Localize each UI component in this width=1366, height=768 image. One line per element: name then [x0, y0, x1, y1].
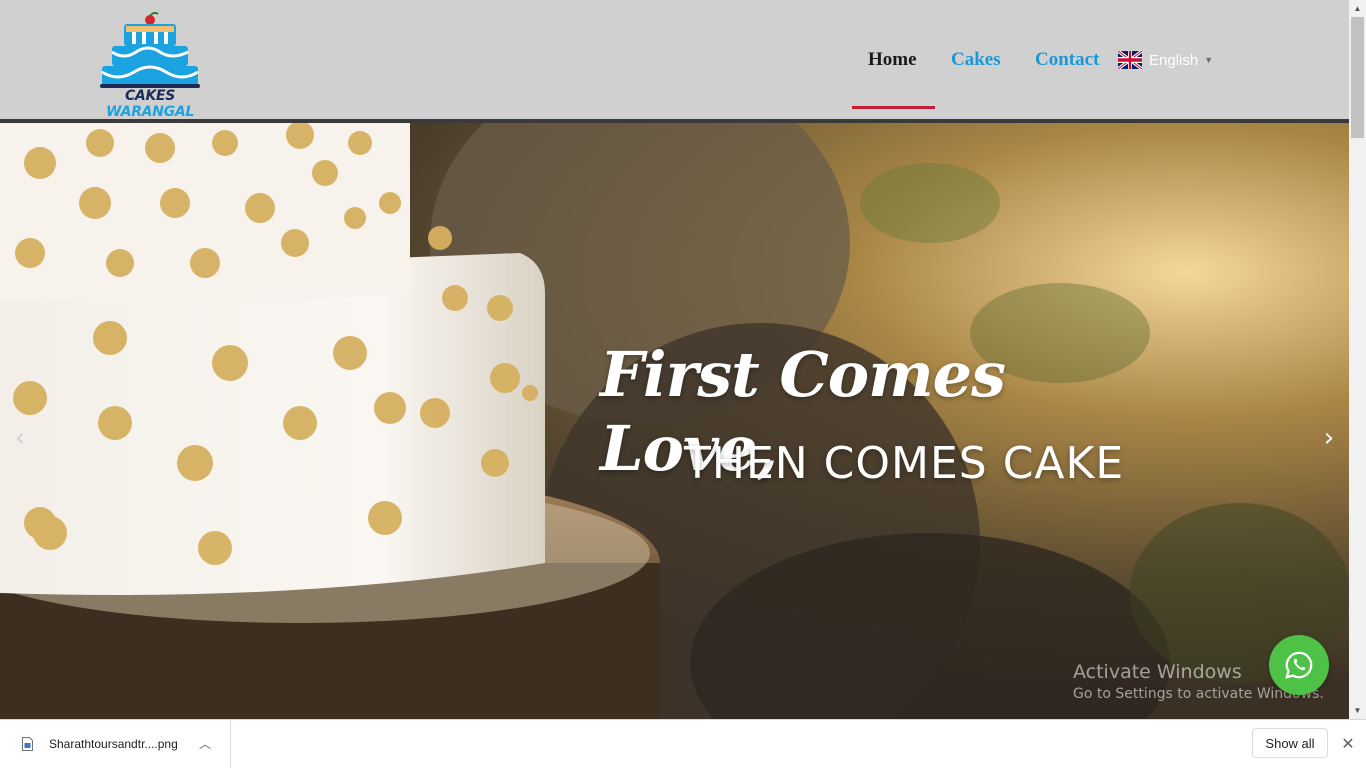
chevron-right-icon: ›	[1323, 423, 1335, 453]
nav-home[interactable]: Home	[868, 48, 917, 72]
cake-logo-icon	[100, 11, 200, 88]
nav-contact[interactable]: Contact	[1035, 48, 1099, 72]
scroll-up-arrow-icon[interactable]: ▲	[1349, 0, 1366, 17]
scrollbar-thumb[interactable]	[1351, 17, 1364, 138]
logo-word-cakes: CAKES	[124, 88, 176, 104]
image-file-icon	[22, 737, 33, 751]
download-bar: Sharathtoursandtr....png ︿ Show all ✕	[0, 719, 1366, 768]
logo-text: CAKES WARANGAL	[96, 88, 204, 120]
site-header: CAKES WARANGAL Home Cakes Contact Englis…	[0, 0, 1349, 120]
show-all-button[interactable]: Show all	[1252, 728, 1328, 758]
language-selector[interactable]: English ▼	[1118, 48, 1213, 72]
caret-down-icon: ▼	[1204, 55, 1214, 65]
chevron-left-icon: ‹	[14, 423, 26, 453]
close-icon[interactable]: ✕	[1338, 733, 1358, 753]
download-file-name: Sharathtoursandtr....png	[49, 737, 178, 751]
slider-next-button[interactable]: ›	[1314, 423, 1344, 453]
vertical-scrollbar[interactable]: ▲ ▼	[1349, 0, 1366, 719]
hero-subheading: THEN COMES CAKE	[684, 438, 1125, 489]
nav-active-indicator	[852, 106, 935, 109]
site-logo[interactable]: CAKES WARANGAL	[96, 11, 204, 120]
whatsapp-button[interactable]	[1269, 635, 1329, 695]
language-label: English	[1149, 51, 1199, 69]
chevron-up-icon[interactable]: ︿	[199, 735, 211, 752]
logo-word-warangal: WARANGAL	[106, 104, 194, 120]
hero-slider: First Comes Love, THEN COMES CAKE ‹ ›	[0, 123, 1349, 719]
nav-cakes[interactable]: Cakes	[951, 48, 1001, 72]
slider-prev-button[interactable]: ‹	[5, 423, 35, 453]
whatsapp-icon	[1285, 651, 1313, 679]
download-item[interactable]: Sharathtoursandtr....png ︿	[0, 720, 231, 768]
scroll-down-arrow-icon[interactable]: ▼	[1349, 702, 1366, 719]
uk-flag-icon	[1118, 51, 1142, 69]
